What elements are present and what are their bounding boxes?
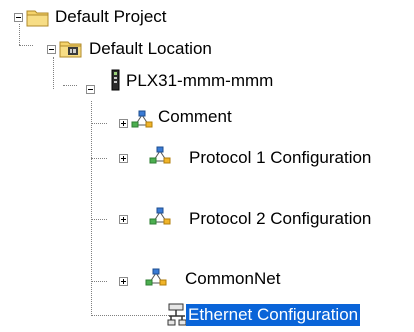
expand-toggle-protocol-2[interactable] — [119, 215, 128, 224]
network-config-icon — [149, 207, 171, 232]
expand-toggle-comment[interactable] — [119, 119, 128, 128]
collapse-toggle-device[interactable] — [86, 85, 95, 94]
ethernet-config-icon — [167, 303, 187, 332]
collapse-toggle-default-project[interactable] — [14, 13, 23, 22]
tree-item-comment[interactable]: Comment — [158, 106, 232, 128]
tree-item-protocol-1-configuration[interactable]: Protocol 1 Configuration — [189, 147, 371, 169]
folder-icon — [26, 8, 50, 33]
tree-connector — [91, 123, 107, 124]
tree-item-default-project[interactable]: Default Project — [55, 6, 167, 28]
tree-connector — [91, 281, 107, 282]
expand-toggle-protocol-1[interactable] — [119, 154, 128, 163]
tree-connector — [19, 45, 33, 46]
tree-item-ethernet-configuration[interactable]: Ethernet Configuration — [186, 304, 361, 326]
tree-connector — [53, 57, 54, 89]
tree-connector — [91, 219, 107, 220]
tree-connector — [19, 24, 20, 45]
tree-connector — [91, 101, 92, 316]
tree-item-commonnet[interactable]: CommonNet — [185, 268, 280, 290]
project-tree[interactable]: Default Project Default Location PLX31-m… — [0, 0, 414, 332]
expand-toggle-commonnet[interactable] — [119, 277, 128, 286]
network-config-icon — [149, 146, 171, 171]
tree-item-protocol-2-configuration[interactable]: Protocol 2 Configuration — [189, 208, 371, 230]
collapse-toggle-default-location[interactable] — [47, 45, 56, 54]
folder-location-icon — [59, 39, 83, 64]
tree-connector — [91, 158, 107, 159]
network-config-icon — [145, 268, 167, 293]
device-module-icon — [111, 69, 121, 96]
network-config-icon — [131, 110, 153, 135]
tree-item-default-location[interactable]: Default Location — [89, 38, 212, 60]
tree-item-device[interactable]: PLX31-mmm-mmm — [126, 70, 273, 92]
tree-connector — [91, 315, 169, 316]
tree-connector — [63, 85, 77, 86]
